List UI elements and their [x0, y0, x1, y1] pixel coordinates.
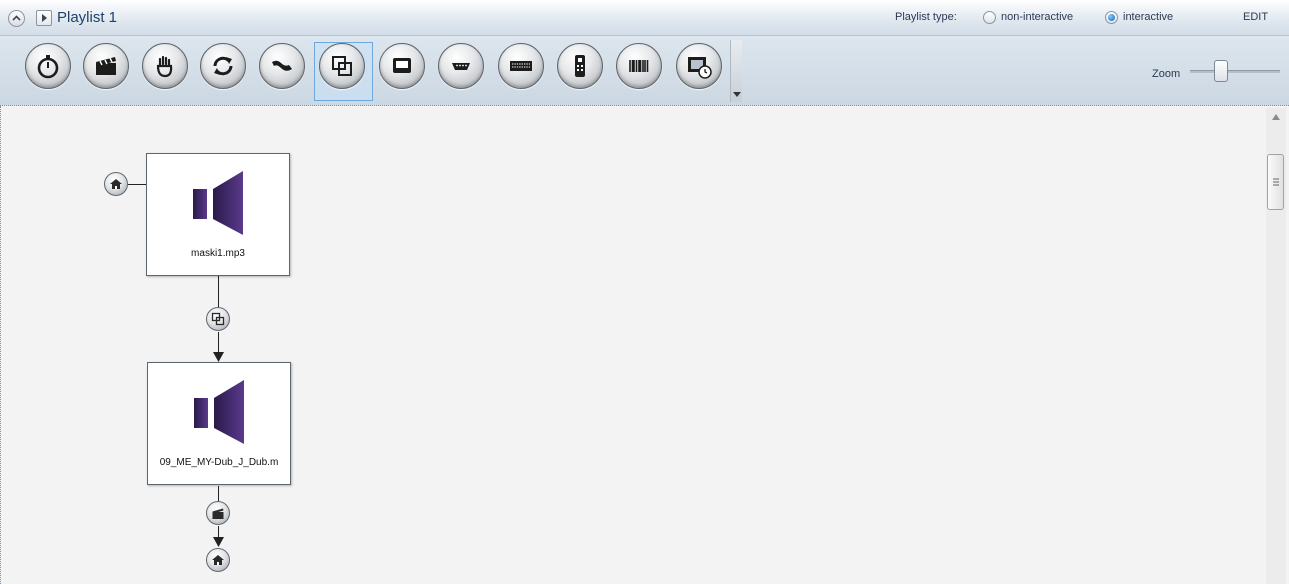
flow-start-node[interactable] [104, 172, 128, 196]
radio-non-interactive[interactable] [983, 11, 996, 24]
play-icon [42, 14, 47, 22]
zoom-label: Zoom [1152, 68, 1181, 80]
zoom-slider-thumb[interactable] [1214, 60, 1228, 82]
tool-clapperboard[interactable] [83, 43, 129, 89]
media-node[interactable]: 09_ME_MY-Dub_J_Dub.m [147, 362, 291, 485]
serial-port-icon [452, 63, 470, 70]
clapperboard-icon [96, 57, 116, 75]
playlist-title: Playlist 1 [57, 9, 118, 26]
arrow-down-icon [213, 352, 224, 362]
overlap-squares-icon [332, 56, 352, 76]
playlist-editor: Playlist 1 Playlist type: non-interactiv… [0, 0, 1289, 584]
edit-button[interactable]: EDIT [1243, 11, 1268, 23]
tool-cable[interactable] [259, 43, 305, 89]
radio-non-interactive-label: non-interactive [1001, 11, 1074, 23]
refresh-icon [213, 56, 233, 76]
stopwatch-icon [37, 55, 59, 79]
title-bar: Playlist 1 Playlist type: non-interactiv… [0, 0, 1289, 36]
connector-line [218, 332, 219, 354]
keyboard-icon [510, 61, 532, 71]
play-button[interactable] [36, 10, 52, 26]
connector-line [128, 184, 147, 185]
tool-monitor[interactable] [379, 43, 425, 89]
collapse-button[interactable] [8, 10, 25, 27]
touch-hand-icon [156, 55, 173, 78]
barcode-icon [629, 60, 649, 72]
media-filename: 09_ME_MY-Dub_J_Dub.m [159, 457, 279, 468]
remote-control-icon [575, 55, 585, 77]
speaker-icon [194, 380, 244, 444]
tool-serial[interactable] [438, 43, 484, 89]
toolbar-scroll-button[interactable] [730, 40, 742, 102]
playlist-type-label: Playlist type: [895, 11, 957, 23]
tool-overlap[interactable] [319, 43, 365, 89]
chevron-up-icon [1272, 114, 1280, 120]
chevron-down-icon [733, 92, 741, 97]
scrollbar-thumb[interactable] [1267, 154, 1284, 210]
media-filename: maski1.mp3 [191, 248, 245, 259]
grip-icon [1273, 178, 1279, 186]
tool-film-clock[interactable] [676, 43, 722, 89]
tool-barcode[interactable] [616, 43, 662, 89]
chevron-up-icon [12, 15, 21, 21]
tool-keyboard[interactable] [498, 43, 544, 89]
film-clock-icon [688, 57, 712, 79]
transition-node[interactable] [206, 501, 230, 525]
vertical-scrollbar[interactable] [1266, 108, 1286, 584]
overlap-squares-icon [211, 312, 225, 326]
arrow-down-icon [213, 537, 224, 547]
cable-icon [272, 60, 292, 71]
media-node[interactable]: maski1.mp3 [146, 153, 290, 276]
tool-touch[interactable] [142, 43, 188, 89]
connector-line [218, 486, 219, 502]
monitor-icon [393, 58, 411, 73]
flow-end-node[interactable] [206, 548, 230, 572]
home-icon [110, 179, 122, 189]
toolbar: Zoom [0, 36, 1289, 106]
zoom-slider-track[interactable] [1190, 70, 1280, 73]
home-icon [212, 555, 224, 565]
clapperboard-icon [212, 508, 224, 519]
speaker-icon [193, 171, 243, 235]
tool-remote[interactable] [557, 43, 603, 89]
transition-node[interactable] [206, 307, 230, 331]
connector-line [218, 276, 219, 308]
tool-stopwatch[interactable] [25, 43, 71, 89]
tool-refresh[interactable] [200, 43, 246, 89]
radio-interactive[interactable] [1105, 11, 1118, 24]
radio-interactive-label: interactive [1123, 11, 1174, 23]
